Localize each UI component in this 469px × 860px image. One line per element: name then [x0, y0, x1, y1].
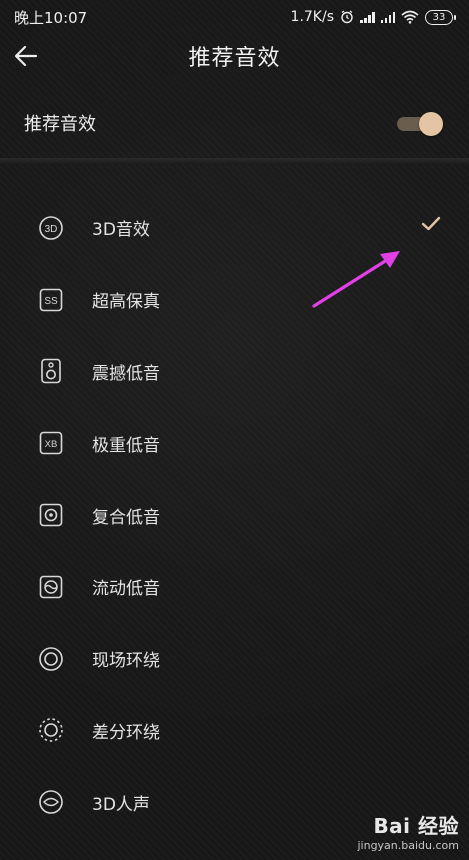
flow-icon — [39, 575, 63, 599]
effect-label: 流动低音 — [92, 579, 160, 600]
effect-label: 现场环绕 — [92, 651, 160, 672]
effect-item-diff-surround[interactable]: 差分环绕 — [0, 695, 469, 767]
effect-item-compound-bass[interactable]: 复合低音 — [0, 479, 469, 551]
signal-icon — [360, 11, 375, 23]
recommend-toggle-row[interactable]: 推荐音效 — [0, 100, 469, 146]
status-icons: 1.7K/s 33 — [290, 9, 456, 25]
xb-icon: XB — [39, 431, 63, 455]
header: 推荐音效 — [0, 34, 469, 78]
3d-icon: 3D — [39, 216, 63, 240]
dotted-ring-icon — [39, 718, 63, 743]
battery-indicator: 33 — [425, 9, 456, 25]
effect-label: 震撼低音 — [92, 363, 160, 384]
svg-text:SS: SS — [44, 296, 58, 307]
effect-item-heavy-bass[interactable]: XB 极重低音 — [0, 407, 469, 479]
status-bar: 晚上10:07 1.7K/s 33 — [0, 0, 469, 34]
status-time: 晚上10:07 — [14, 8, 88, 27]
effect-label: 极重低音 — [92, 435, 160, 456]
target-icon — [39, 503, 63, 527]
screen: 晚上10:07 1.7K/s 33 推荐音效 推荐音效 3D 3D音效 SS 超… — [0, 0, 469, 860]
watermark-brand: Bai 经验 — [373, 814, 459, 838]
effect-label: 复合低音 — [92, 507, 160, 528]
effect-label: 差分环绕 — [92, 722, 160, 743]
back-arrow-icon[interactable] — [12, 42, 40, 70]
svg-text:3D: 3D — [45, 224, 58, 235]
alarm-icon — [341, 10, 353, 24]
section-divider — [0, 158, 469, 164]
page-title: 推荐音效 — [188, 46, 281, 71]
effect-label: 3D音效 — [92, 220, 150, 241]
wifi-icon — [401, 10, 419, 24]
surround-icon — [39, 646, 63, 671]
eye-icon — [39, 790, 63, 815]
recommend-switch[interactable] — [397, 112, 443, 136]
signal-icon — [380, 11, 395, 23]
svg-text:XB: XB — [45, 439, 58, 450]
ss-icon: SS — [39, 288, 63, 311]
checkmark-icon — [421, 216, 441, 231]
speaker-icon — [41, 359, 61, 384]
annotation-arrow-icon — [312, 251, 400, 308]
effect-item-live-surround[interactable]: 现场环绕 — [0, 623, 469, 695]
effect-item-flow-bass[interactable]: 流动低音 — [0, 551, 469, 623]
effect-label: 超高保真 — [92, 292, 160, 313]
network-speed: 1.7K/s — [290, 9, 334, 25]
toggle-label: 推荐音效 — [24, 114, 96, 135]
effect-item-shock-bass[interactable]: 震撼低音 — [0, 336, 469, 408]
switch-knob — [419, 112, 443, 136]
effect-label: 3D人声 — [92, 794, 150, 815]
watermark: Bai 经验 jingyan.baidu.com — [357, 810, 459, 852]
watermark-url: jingyan.baidu.com — [357, 839, 459, 852]
